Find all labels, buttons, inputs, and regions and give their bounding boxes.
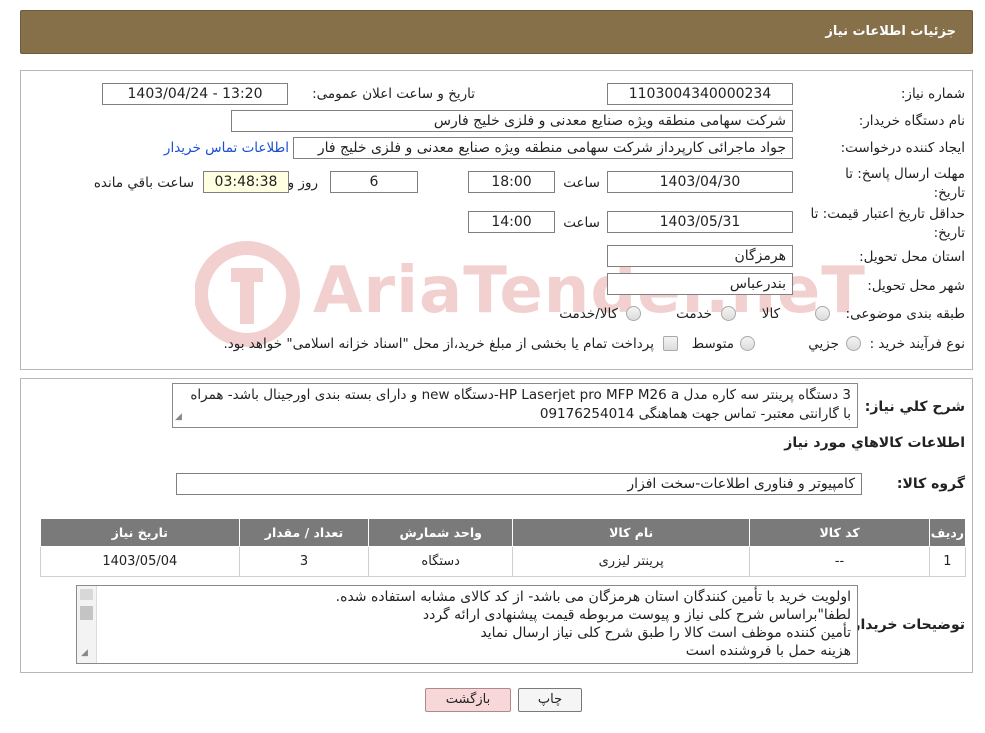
creator-field[interactable]: جواد ماجرائی کارپرداز شرکت سهامی منطقه و…	[293, 137, 793, 159]
category-label: طبقه بندی موضوعی:	[845, 306, 965, 322]
remaining-time-label: ساعت باقي مانده	[93, 175, 194, 191]
page-title: جزئیات اطلاعات نیاز	[825, 24, 956, 39]
resize-grip-icon: ◢	[175, 412, 182, 422]
col-goods-name: نام کالا	[512, 518, 751, 547]
goods-group-field[interactable]: کامپیوتر و فناوری اطلاعات-سخت افزار	[176, 473, 862, 495]
announce-datetime-label: تاریخ و ساعت اعلان عمومی:	[312, 86, 475, 102]
col-row-number: رديف	[928, 518, 967, 547]
goods-table-header: رديف کد کالا نام کالا واحد شمارش تعداد /…	[40, 518, 967, 547]
process-type-label: نوع فرآیند خرید :	[869, 336, 965, 352]
announce-datetime-field[interactable]: 1403/04/24 - 13:20	[102, 83, 288, 105]
col-goods-code: کد کالا	[749, 518, 930, 547]
col-quantity: تعداد / مقدار	[238, 518, 370, 547]
process-option-minor: جزيي	[808, 336, 839, 352]
page-header: جزئیات اطلاعات نیاز	[20, 10, 973, 54]
goods-group-label: گروه كالا:	[896, 476, 965, 492]
city-field[interactable]: بندرعباس	[607, 273, 793, 295]
category-radio-goods[interactable]	[815, 306, 830, 321]
buyer-note-line: تأمین کننده موظف است کالا را طبق شرح کلی…	[480, 625, 851, 641]
price-validity-label: حداقل تاریخ اعتبار قیمت: تا	[810, 206, 965, 222]
buyer-notes-textarea[interactable]: ◢ اولویت خرید با تأمین کنندگان استان هرم…	[76, 585, 858, 664]
province-field[interactable]: هرمزگان	[607, 245, 793, 267]
category-radio-service[interactable]	[721, 306, 736, 321]
cell-row-number: 1	[928, 546, 967, 577]
province-label: استان محل تحویل:	[859, 249, 965, 265]
cell-goods-code: --	[749, 546, 930, 577]
remaining-time-field: 03:48:38	[203, 171, 289, 193]
resize-grip-icon: ◢	[81, 648, 88, 658]
creator-label: ایجاد کننده درخواست:	[840, 140, 965, 156]
category-option-goods: کالا	[761, 306, 780, 322]
table-row[interactable]: 1 -- پرینتر لیزری دستگاه 3 1403/05/04	[40, 546, 967, 577]
cell-goods-name: پرینتر لیزری	[512, 546, 751, 577]
buyer-note-line: لطفا"براساس شرح کلی نیاز و پیوست مربوطه …	[422, 607, 851, 623]
buyer-note-line: اولویت خرید با تأمین کنندگان استان هرمزگ…	[335, 589, 851, 605]
goods-section-title: اطلاعات كالاهاي مورد نياز	[784, 435, 965, 451]
days-remaining-field[interactable]: 6	[330, 171, 418, 193]
print-button[interactable]: چاپ	[518, 688, 582, 712]
description-label: شرح كلي نياز:	[864, 399, 965, 415]
need-number-label: شماره نیاز:	[900, 86, 965, 102]
goods-table: رديف کد کالا نام کالا واحد شمارش تعداد /…	[40, 518, 967, 577]
col-unit: واحد شمارش	[368, 518, 514, 547]
need-number-field[interactable]: 1103004340000234	[607, 83, 793, 105]
process-option-medium: متوسط	[691, 336, 734, 352]
cell-need-date: 1403/05/04	[40, 546, 240, 577]
deadline-date-field[interactable]: 1403/04/30	[607, 171, 793, 193]
category-radio-goods-service[interactable]	[626, 306, 641, 321]
process-radio-medium[interactable]	[740, 336, 755, 351]
buyer-notes-label: توضیحات خریدار:	[846, 617, 965, 633]
description-text: 3 دستگاه پرینتر سه کاره مدل HP Laserjet …	[190, 387, 851, 422]
days-label: روز و	[287, 175, 318, 191]
category-option-service: خدمت	[676, 306, 712, 322]
deadline-time-label: ساعت	[563, 175, 600, 191]
price-validity-label-date: تاریخ:	[933, 225, 965, 241]
city-label: شهر محل تحویل:	[867, 278, 965, 294]
buyer-org-field[interactable]: شرکت سهامی منطقه ویژه صنایع معدنی و فلزی…	[231, 110, 793, 132]
price-validity-date-field[interactable]: 1403/05/31	[607, 211, 793, 233]
scroll-up-icon[interactable]	[80, 589, 93, 600]
buyer-org-label: نام دستگاه خریدار:	[858, 113, 965, 129]
price-validity-time-field[interactable]: 14:00	[468, 211, 555, 233]
buyer-contact-link[interactable]: اطلاعات تماس خریدار	[164, 140, 289, 156]
cell-unit: دستگاه	[368, 546, 514, 577]
price-validity-time-label: ساعت	[563, 215, 600, 231]
buyer-note-line: هزینه حمل با فروشنده است	[685, 643, 851, 659]
category-option-goods-service: کالا/خدمت	[559, 306, 618, 322]
process-radio-minor[interactable]	[846, 336, 861, 351]
cell-quantity: 3	[238, 546, 370, 577]
description-textarea[interactable]: 3 دستگاه پرینتر سه کاره مدل HP Laserjet …	[172, 383, 858, 428]
deadline-label: مهلت ارسال پاسخ: تا	[845, 166, 965, 182]
buyer-notes-scrollbar[interactable]: ◢	[77, 586, 97, 663]
deadline-label-date: تاریخ:	[933, 185, 965, 201]
treasury-payment-note: پرداخت تمام یا بخشی از مبلغ خرید،از محل …	[223, 336, 654, 352]
back-button[interactable]: بازگشت	[425, 688, 511, 712]
col-need-date: تاریخ نیاز	[40, 518, 240, 547]
treasury-payment-checkbox[interactable]	[663, 336, 678, 351]
deadline-time-field[interactable]: 18:00	[468, 171, 555, 193]
scroll-thumb[interactable]	[80, 606, 93, 620]
